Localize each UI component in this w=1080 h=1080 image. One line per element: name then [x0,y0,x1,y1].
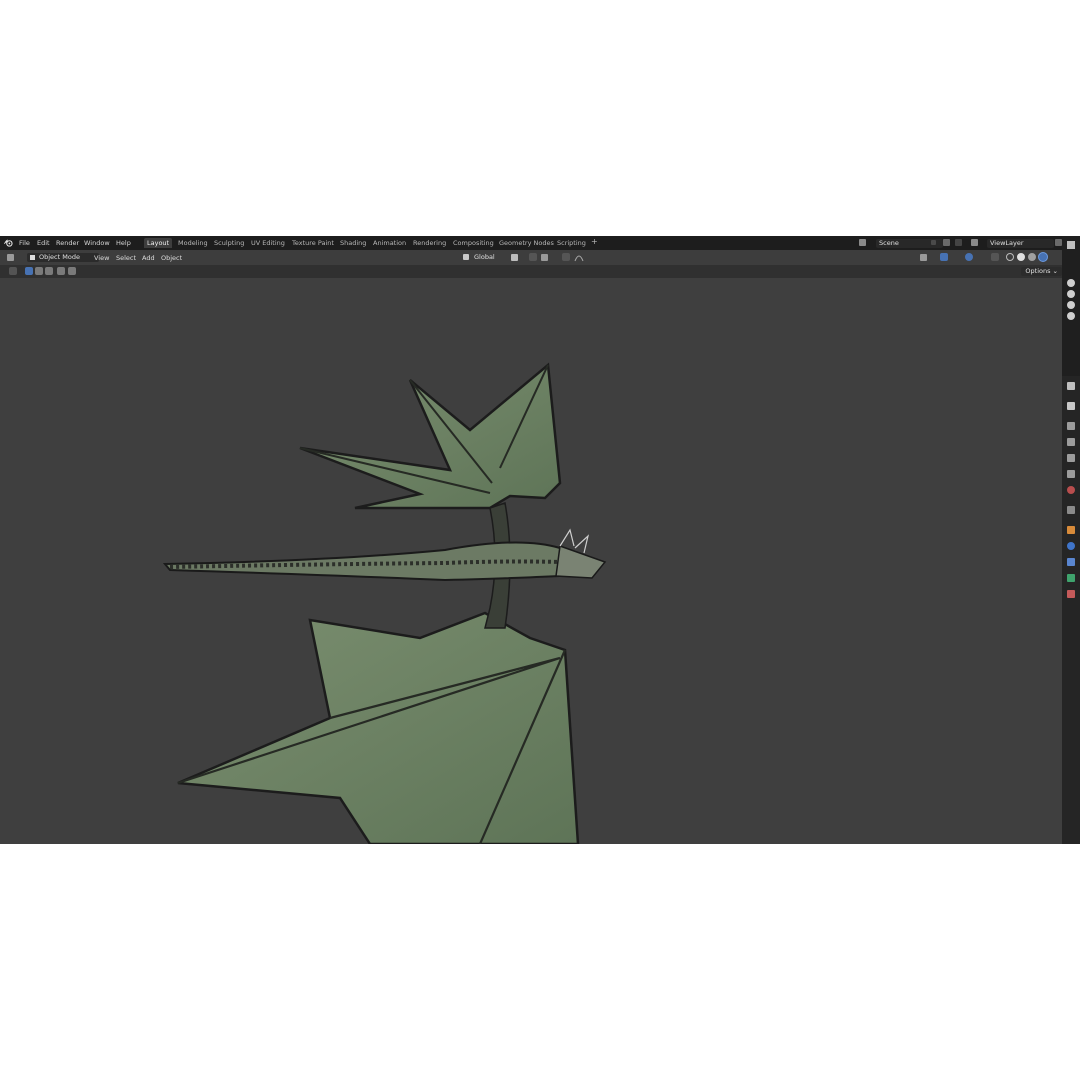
tab-shading[interactable]: Shading [340,239,366,247]
orientation-dropdown[interactable]: Global [472,253,508,262]
tab-layout[interactable]: Layout [144,238,173,248]
editor-type-icon[interactable] [7,254,14,261]
physics-tab-icon[interactable] [1067,558,1075,566]
modifier-tab-icon[interactable] [1067,542,1075,550]
tool-settings-row: Options ⌄ [0,265,1062,278]
gizmo-toggle-icon[interactable] [940,253,948,261]
tab-compositing[interactable]: Compositing [453,239,494,247]
snap-toggle-icon[interactable] [529,253,537,261]
mode-label: Object Mode [39,253,80,261]
outliner-icon[interactable] [1067,241,1075,249]
wireframe-shading-icon[interactable] [1006,253,1014,261]
new-view-layer-icon[interactable] [1055,239,1062,246]
menu-window[interactable]: Window [84,239,110,247]
pin-icon[interactable] [931,240,936,245]
properties-editor-icon[interactable] [1067,382,1075,390]
camera-icon[interactable] [1067,279,1075,287]
menu-render[interactable]: Render [56,239,79,247]
texture-tab-icon[interactable] [1067,590,1075,598]
blender-window: File Edit Render Window Help Layout Mode… [0,236,1080,844]
menu-edit[interactable]: Edit [37,239,50,247]
camera-icon-2[interactable] [1067,290,1075,298]
rendered-shading-icon[interactable] [1039,253,1047,261]
view-layer-field[interactable]: ViewLayer [987,239,1054,248]
menu-file[interactable]: File [19,239,30,247]
camera-icon-3[interactable] [1067,301,1075,309]
collection-tab-icon[interactable] [1067,506,1075,514]
tab-animation[interactable]: Animation [373,239,406,247]
orientation-label: Global [474,253,495,261]
select-new-icon[interactable] [25,267,33,275]
select-invert-icon[interactable] [57,267,65,275]
tab-scripting[interactable]: Scripting [557,239,586,247]
proportional-edit-icon[interactable] [562,253,570,261]
object-data-tab-icon[interactable] [1067,574,1075,582]
transform-orientation-icon [463,254,469,260]
select-subtract-icon[interactable] [45,267,53,275]
render-tab-icon[interactable] [1067,422,1075,430]
tab-uv-editing[interactable]: UV Editing [251,239,285,247]
solid-shading-icon[interactable] [1017,253,1025,261]
menu-view[interactable]: View [94,254,109,262]
properties-tab-strip [1062,376,1080,844]
dragon-model[interactable] [0,278,1062,844]
falloff-icon[interactable] [574,253,584,262]
object-mode-icon [30,255,35,260]
tool-tab-icon[interactable] [1067,402,1075,410]
visibility-icon[interactable] [920,254,927,261]
object-tab-icon[interactable] [1067,526,1075,534]
tab-geometry-nodes[interactable]: Geometry Nodes [499,239,554,247]
viewport-header: Object Mode View Select Add Object Globa… [0,250,1080,265]
menu-select[interactable]: Select [116,254,136,262]
options-dropdown[interactable]: Options ⌄ [1021,267,1062,276]
select-extend-icon[interactable] [35,267,43,275]
tab-sculpting[interactable]: Sculpting [214,239,244,247]
menu-add[interactable]: Add [142,254,155,262]
new-scene-icon[interactable] [943,239,950,246]
tab-rendering[interactable]: Rendering [413,239,446,247]
snap-target-icon[interactable] [541,254,548,261]
view-layer-icon[interactable] [971,239,978,246]
menu-help[interactable]: Help [116,239,131,247]
material-shading-icon[interactable] [1028,253,1036,261]
output-tab-icon[interactable] [1067,438,1075,446]
menu-object[interactable]: Object [161,254,182,262]
overlay-toggle-icon[interactable] [965,253,973,261]
select-intersect-icon[interactable] [68,267,76,275]
blender-logo-icon[interactable] [4,239,13,247]
delete-scene-icon[interactable] [955,239,962,246]
3d-viewport[interactable] [0,278,1062,844]
add-workspace-button[interactable]: + [591,237,598,246]
pivot-icon[interactable] [511,254,518,261]
top-bar: File Edit Render Window Help Layout Mode… [0,236,1080,250]
tool-cursor-icon[interactable] [9,267,17,275]
tab-modeling[interactable]: Modeling [178,239,208,247]
world-tab-icon[interactable] [1067,486,1075,494]
xray-toggle-icon[interactable] [991,253,999,261]
view-layer-tab-icon[interactable] [1067,454,1075,462]
camera-icon-4[interactable] [1067,312,1075,320]
mode-dropdown[interactable]: Object Mode [27,253,99,262]
scene-tab-icon[interactable] [1067,470,1075,478]
tab-texture-paint[interactable]: Texture Paint [292,239,334,247]
scene-icon[interactable] [859,239,866,246]
